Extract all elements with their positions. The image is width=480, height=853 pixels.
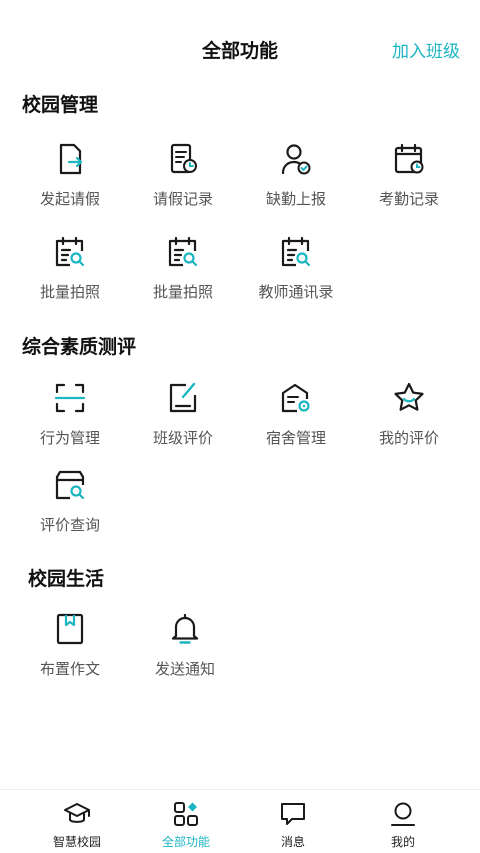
grid-item-label: 我的评价	[378, 429, 439, 447]
tab-mine[interactable]: 我的	[343, 796, 463, 853]
grid-item-leave-request[interactable]: 发起请假	[13, 142, 127, 222]
grid-item-class-evaluation[interactable]: 班级评价	[126, 381, 240, 461]
tab-label: 消息	[280, 835, 305, 849]
status-bar	[0, 0, 480, 6]
grid-item-attendance-record[interactable]: 考勤记录	[352, 142, 466, 222]
grid-item-label: 发送通知	[154, 660, 215, 678]
grid-item-dorm-management[interactable]: 宿舍管理	[239, 381, 353, 461]
batch-photo-icon	[55, 236, 85, 267]
chat-bubble-icon	[281, 803, 305, 825]
star-icon	[394, 382, 424, 411]
section-title-campus-management: 校园管理	[22, 94, 99, 116]
evaluation-search-icon	[55, 470, 85, 500]
grid-item-my-evaluation[interactable]: 我的评价	[352, 381, 466, 461]
grid-item-label: 教师通讯录	[258, 283, 334, 301]
bell-icon	[171, 613, 199, 644]
grid-item-label: 批量拍照	[39, 283, 100, 301]
tab-label: 智慧校园	[52, 835, 101, 849]
grid-item-behavior-management[interactable]: 行为管理	[13, 381, 127, 461]
teacher-directory-icon	[281, 236, 311, 267]
bottom-tab-bar: 智慧校园 全部功能 消息 我的	[0, 789, 480, 853]
grid-item-label: 批量拍照	[152, 283, 213, 301]
grid-item-teacher-directory[interactable]: 教师通讯录	[239, 235, 353, 315]
grid-item-send-notification[interactable]: 发送通知	[128, 612, 242, 692]
batch-photo-icon	[168, 236, 198, 267]
section-title-quality-evaluation: 综合素质测评	[22, 336, 137, 358]
grid-item-label: 行为管理	[39, 429, 100, 447]
graduation-cap-icon	[64, 803, 90, 823]
leave-request-icon	[59, 143, 83, 175]
bookmark-book-icon	[56, 613, 84, 645]
attendance-record-icon	[394, 143, 424, 174]
leave-record-icon	[170, 143, 197, 174]
header: 全部功能 加入班级	[0, 28, 480, 72]
grid-item-label: 发起请假	[39, 190, 100, 208]
grid-item-evaluation-search[interactable]: 评价查询	[13, 468, 127, 548]
class-evaluation-icon	[169, 382, 197, 413]
user-icon	[391, 802, 415, 826]
join-class-button[interactable]: 加入班级	[392, 37, 460, 62]
tab-smart-campus[interactable]: 智慧校园	[17, 796, 137, 853]
grid-item-label: 请假记录	[152, 190, 213, 208]
grid-item-label: 评价查询	[39, 516, 100, 534]
grid-item-label: 宿舍管理	[265, 429, 326, 447]
grid-item-assign-essay[interactable]: 布置作文	[13, 612, 127, 692]
tab-messages[interactable]: 消息	[233, 796, 353, 853]
grid-item-label: 缺勤上报	[265, 190, 326, 208]
grid-item-absence-report[interactable]: 缺勤上报	[239, 142, 353, 222]
grid-item-batch-photo[interactable]: 批量拍照	[13, 235, 127, 315]
absence-report-icon	[281, 144, 311, 175]
grid-item-label: 班级评价	[152, 429, 213, 447]
section-title-campus-life: 校园生活	[28, 568, 105, 590]
apps-grid-icon	[174, 802, 198, 826]
tab-label: 全部功能	[161, 835, 210, 849]
dorm-management-icon	[281, 383, 310, 413]
grid-item-label: 考勤记录	[378, 190, 439, 208]
tab-label: 我的	[390, 835, 415, 849]
grid-item-label: 布置作文	[39, 660, 100, 678]
behavior-scan-icon	[54, 383, 86, 413]
tab-all-functions[interactable]: 全部功能	[126, 796, 246, 853]
grid-item-batch-photo-2[interactable]: 批量拍照	[126, 235, 240, 315]
grid-item-leave-record[interactable]: 请假记录	[126, 142, 240, 222]
